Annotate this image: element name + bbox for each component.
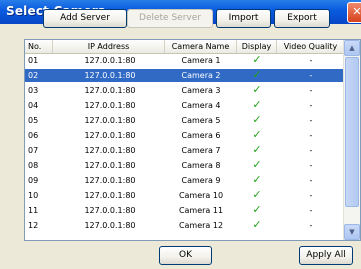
cell-no: 04 <box>28 101 39 110</box>
cell-no: 05 <box>28 116 39 125</box>
cell-ip-address: 127.0.0.1:80 <box>84 146 136 155</box>
table-row[interactable]: 01 127.0.0.1:80 Camera 1 ✓ - <box>25 54 345 67</box>
column-header-video-quality[interactable]: Video Quality <box>277 40 345 53</box>
display-check-icon[interactable]: ✓ <box>237 174 277 187</box>
table-row[interactable]: 05 127.0.0.1:80 Camera 5 ✓ - <box>25 114 345 127</box>
table-row[interactable]: 04 127.0.0.1:80 Camera 4 ✓ - <box>25 99 345 112</box>
cell-camera-name: Camera 4 <box>181 101 221 110</box>
display-check-icon[interactable]: ✓ <box>237 144 277 157</box>
cell-camera-name: Camera 5 <box>181 116 221 125</box>
display-check-icon[interactable]: ✓ <box>237 129 277 142</box>
cell-camera-name: Camera 10 <box>178 191 224 200</box>
column-header-ip-address[interactable]: IP Address <box>53 40 165 53</box>
import-button[interactable]: Import <box>216 9 271 28</box>
cell-no: 06 <box>28 131 39 140</box>
cell-video-quality[interactable]: - <box>277 129 345 142</box>
cell-video-quality[interactable]: - <box>277 189 345 202</box>
cell-ip-address: 127.0.0.1:80 <box>84 131 136 140</box>
scrollbar-thumb[interactable] <box>345 57 359 207</box>
add-server-button[interactable]: Add Server <box>43 9 127 28</box>
cell-ip-address: 127.0.0.1:80 <box>84 176 136 185</box>
scroll-up-icon[interactable]: ▲ <box>344 40 360 56</box>
cell-no: 08 <box>28 161 39 170</box>
cell-ip-address: 127.0.0.1:80 <box>84 161 136 170</box>
display-check-icon[interactable]: ✓ <box>237 219 277 232</box>
table-row[interactable]: 06 127.0.0.1:80 Camera 6 ✓ - <box>25 129 345 142</box>
cell-no: 03 <box>28 86 39 95</box>
vertical-scrollbar[interactable]: ▲ ▼ <box>343 40 360 240</box>
export-button[interactable]: Export <box>274 9 330 28</box>
cell-no: 12 <box>28 221 39 230</box>
column-header-no[interactable]: No. <box>25 40 53 53</box>
display-check-icon[interactable]: ✓ <box>237 189 277 202</box>
cell-video-quality[interactable]: - <box>277 69 345 82</box>
table-row[interactable]: 08 127.0.0.1:80 Camera 8 ✓ - <box>25 159 345 172</box>
cell-ip-address: 127.0.0.1:80 <box>84 221 136 230</box>
cell-camera-name: Camera 6 <box>181 131 221 140</box>
display-check-icon[interactable]: ✓ <box>237 69 277 82</box>
cell-video-quality[interactable]: - <box>277 114 345 127</box>
apply-all-button[interactable]: Apply All <box>299 246 353 265</box>
cell-video-quality[interactable]: - <box>277 159 345 172</box>
cell-no: 07 <box>28 146 39 155</box>
cell-ip-address: 127.0.0.1:80 <box>84 56 136 65</box>
display-check-icon[interactable]: ✓ <box>237 54 277 67</box>
table-row[interactable]: 02 127.0.0.1:80 Camera 2 ✓ - <box>25 69 345 82</box>
cell-camera-name: Camera 7 <box>181 146 221 155</box>
cell-video-quality[interactable]: - <box>277 84 345 97</box>
display-check-icon[interactable]: ✓ <box>237 99 277 112</box>
scroll-down-icon[interactable]: ▼ <box>344 224 360 240</box>
cell-video-quality[interactable]: - <box>277 99 345 112</box>
cell-camera-name: Camera 2 <box>181 71 221 80</box>
cell-camera-name: Camera 8 <box>181 161 221 170</box>
cell-no: 01 <box>28 56 39 65</box>
cell-camera-name: Camera 11 <box>178 206 224 215</box>
ok-button[interactable]: OK <box>159 246 212 265</box>
cell-ip-address: 127.0.0.1:80 <box>84 191 136 200</box>
cell-video-quality[interactable]: - <box>277 174 345 187</box>
display-check-icon[interactable]: ✓ <box>237 84 277 97</box>
close-icon[interactable]: ✕ <box>347 2 361 23</box>
table-row[interactable]: 09 127.0.0.1:80 Camera 9 ✓ - <box>25 174 345 187</box>
cell-camera-name: Camera 12 <box>178 221 224 230</box>
camera-list: No. IP Address Camera Name Display Video… <box>24 39 361 241</box>
cell-no: 02 <box>28 71 39 80</box>
cell-video-quality[interactable]: - <box>277 54 345 67</box>
cell-no: 11 <box>28 206 39 215</box>
cell-ip-address: 127.0.0.1:80 <box>84 206 136 215</box>
list-header: No. IP Address Camera Name Display Video… <box>25 40 345 54</box>
cell-video-quality[interactable]: - <box>277 204 345 217</box>
delete-server-button[interactable]: Delete Server <box>127 9 213 28</box>
cell-ip-address: 127.0.0.1:80 <box>84 101 136 110</box>
cell-camera-name: Camera 9 <box>181 176 221 185</box>
cell-video-quality[interactable]: - <box>277 144 345 157</box>
select-camera-dialog: Select Camera ✕ Add Server Delete Server… <box>0 0 361 269</box>
cell-no: 10 <box>28 191 39 200</box>
table-row[interactable]: 11 127.0.0.1:80 Camera 11 ✓ - <box>25 204 345 217</box>
table-row[interactable]: 07 127.0.0.1:80 Camera 7 ✓ - <box>25 144 345 157</box>
cell-no: 09 <box>28 176 39 185</box>
cell-ip-address: 127.0.0.1:80 <box>84 116 136 125</box>
table-row[interactable]: 03 127.0.0.1:80 Camera 3 ✓ - <box>25 84 345 97</box>
display-check-icon[interactable]: ✓ <box>237 204 277 217</box>
display-check-icon[interactable]: ✓ <box>237 114 277 127</box>
cell-video-quality[interactable]: - <box>277 219 345 232</box>
display-check-icon[interactable]: ✓ <box>237 159 277 172</box>
cell-ip-address: 127.0.0.1:80 <box>84 71 136 80</box>
cell-camera-name: Camera 3 <box>181 86 221 95</box>
table-row[interactable]: 10 127.0.0.1:80 Camera 10 ✓ - <box>25 189 345 202</box>
table-row[interactable]: 12 127.0.0.1:80 Camera 12 ✓ - <box>25 219 345 232</box>
column-header-camera-name[interactable]: Camera Name <box>165 40 237 53</box>
column-header-display[interactable]: Display <box>237 40 277 53</box>
cell-ip-address: 127.0.0.1:80 <box>84 86 136 95</box>
cell-camera-name: Camera 1 <box>181 56 221 65</box>
